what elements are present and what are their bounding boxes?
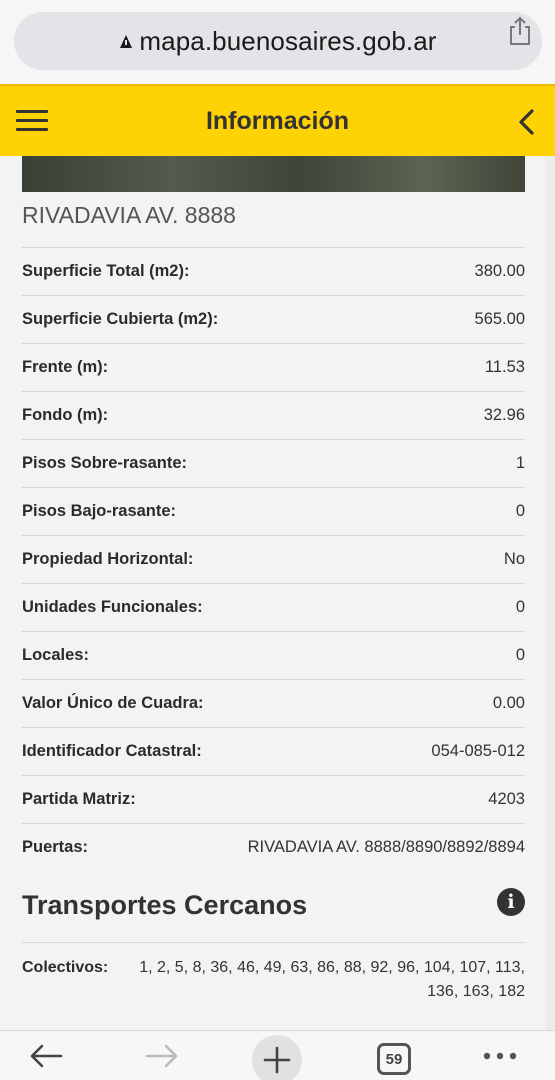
more-icon[interactable]: [480, 1039, 520, 1073]
info-icon[interactable]: i: [497, 888, 525, 916]
detail-label: Frente (m):: [22, 358, 109, 376]
map-background-edge: [545, 156, 555, 1030]
share-icon[interactable]: [507, 16, 533, 46]
detail-value: 4203: [488, 790, 525, 808]
url-text: mapa.buenosaires.gob.ar: [139, 25, 437, 56]
parcel-photo: [22, 156, 525, 192]
parcel-address: RIVADAVIA AV. 8888: [22, 202, 236, 228]
detail-value: 0: [515, 502, 525, 520]
bus-lines-list: 1, 2, 5, 8, 36, 46, 49, 63, 86, 88, 92, …: [139, 959, 525, 976]
detail-value: 0: [515, 598, 525, 616]
lock-icon: [120, 35, 133, 48]
detail-row: Superficie Cubierta (m2): 565.00: [22, 295, 525, 343]
detail-value: 565.00: [474, 310, 525, 328]
detail-label: Unidades Funcionales:: [22, 598, 203, 616]
plus-icon[interactable]: [252, 1035, 302, 1080]
bus-lines-list-cont: 136, 163, 182: [427, 983, 525, 1000]
detail-label: Superficie Cubierta (m2):: [22, 310, 219, 328]
browser-toolbar: 59: [0, 1030, 555, 1080]
detail-value: 11.53: [484, 358, 525, 376]
detail-label: Puertas:: [22, 838, 89, 856]
detail-label: Superficie Total (m2):: [22, 262, 190, 280]
detail-row: Locales: 0: [22, 631, 525, 679]
detail-row: Pisos Bajo-rasante: 0: [22, 487, 525, 535]
transport-section-title: Transportes Cercanos: [22, 890, 308, 920]
detail-row: Puertas: RIVADAVIA AV. 8888/8890/8892/88…: [22, 823, 525, 871]
forward-arrow-icon[interactable]: [142, 1039, 182, 1073]
detail-value: 380.00: [474, 262, 525, 280]
detail-row: Propiedad Horizontal: No: [22, 535, 525, 583]
detail-row: Unidades Funcionales: 0: [22, 583, 525, 631]
chevron-left-icon[interactable]: [517, 108, 535, 136]
divider: [22, 942, 525, 943]
back-arrow-icon[interactable]: [26, 1039, 66, 1073]
bus-lines-label: Colectivos:: [22, 959, 109, 976]
detail-label: Fondo (m):: [22, 406, 109, 424]
bus-lines: Colectivos: 1, 2, 5, 8, 36, 46, 49, 63, …: [22, 956, 525, 1004]
detail-value: No: [503, 550, 525, 568]
parcel-details: Superficie Total (m2): 380.00 Superficie…: [22, 247, 525, 871]
page-title: Información: [205, 106, 350, 135]
detail-label: Partida Matriz:: [22, 790, 136, 808]
detail-value: 0: [515, 646, 525, 664]
detail-row: Fondo (m): 32.96: [22, 391, 525, 439]
detail-label: Valor Único de Cuadra:: [22, 694, 204, 712]
detail-value: 0.00: [492, 694, 525, 712]
tabs-icon[interactable]: 59: [377, 1043, 411, 1075]
url-field[interactable]: mapa.buenosaires.gob.ar: [14, 12, 542, 70]
app-header: Información: [0, 84, 555, 156]
hamburger-menu-icon[interactable]: [16, 110, 48, 132]
browser-address-bar-area: mapa.buenosaires.gob.ar: [0, 0, 555, 84]
detail-value: 32.96: [483, 406, 525, 424]
detail-row: Partida Matriz: 4203: [22, 775, 525, 823]
info-panel: RIVADAVIA AV. 8888 Superficie Total (m2)…: [0, 156, 545, 1030]
detail-label: Locales:: [22, 646, 89, 664]
detail-value: RIVADAVIA AV. 8888/8890/8892/8894: [247, 838, 525, 856]
detail-row: Valor Único de Cuadra: 0.00: [22, 679, 525, 727]
detail-row: Pisos Sobre-rasante: 1: [22, 439, 525, 487]
detail-label: Identificador Catastral:: [22, 742, 202, 760]
detail-label: Propiedad Horizontal:: [22, 550, 194, 568]
detail-row: Frente (m): 11.53: [22, 343, 525, 391]
detail-row: Superficie Total (m2): 380.00: [22, 247, 525, 295]
detail-label: Pisos Bajo-rasante:: [22, 502, 177, 520]
detail-value: 054-085-012: [431, 742, 525, 760]
detail-row: Identificador Catastral: 054-085-012: [22, 727, 525, 775]
detail-label: Pisos Sobre-rasante:: [22, 454, 188, 472]
detail-value: 1: [515, 454, 525, 472]
